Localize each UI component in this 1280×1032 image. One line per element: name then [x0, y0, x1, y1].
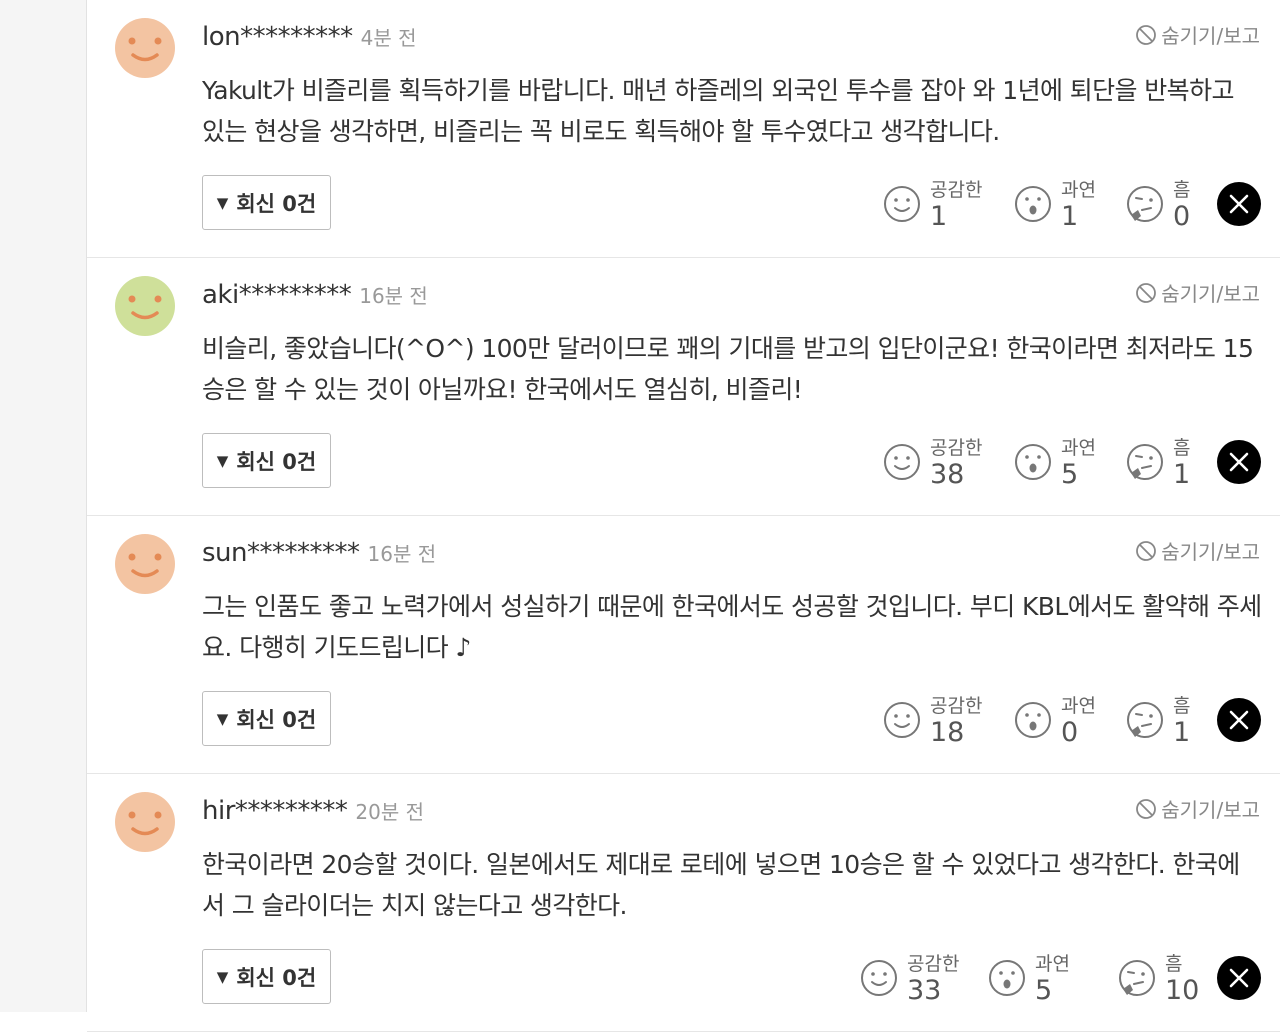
reaction-count: 1 — [1173, 459, 1191, 490]
reaction-count: 5 — [1061, 459, 1079, 490]
reaction-label: 공감한 — [930, 179, 983, 201]
x-logo-icon — [1229, 968, 1249, 988]
reaction-label: 공감한 — [930, 695, 983, 717]
reaction-count: 38 — [930, 459, 965, 490]
reaction-count: 5 — [1035, 975, 1053, 1006]
avatar-smiley-icon[interactable] — [115, 276, 175, 336]
surprised-icon — [1015, 444, 1051, 480]
comment-item: hir********* 20분 전 숨기기/보고 한국이라면 20승할 것이다… — [87, 774, 1280, 1032]
block-icon — [1136, 24, 1157, 45]
reaction-bar: 공감한 33 과연 5 흠 10 — [87, 949, 1280, 1009]
reaction-count: 18 — [930, 717, 965, 748]
comment-item: aki********* 16분 전 숨기기/보고 비슬리, 좋았습니다(^O^… — [87, 258, 1280, 516]
share-x-button[interactable] — [1217, 182, 1261, 226]
reaction-bar: 공감한 38 과연 5 흠 1 — [87, 433, 1280, 493]
comment-item: lon********* 4분 전 숨기기/보고 Yakult가 비즐리를 획득… — [87, 0, 1280, 258]
reaction-count: 33 — [907, 975, 942, 1006]
timestamp: 16분 전 — [367, 542, 437, 566]
reaction-label: 흠 — [1173, 179, 1191, 201]
surprised-icon — [1015, 186, 1051, 222]
reaction-label: 흠 — [1165, 953, 1183, 975]
timestamp: 4분 전 — [360, 26, 417, 50]
reaction-count: 1 — [1061, 201, 1079, 232]
username[interactable]: hir********* — [202, 796, 348, 826]
block-icon — [1136, 798, 1157, 819]
smile-icon — [884, 444, 920, 480]
username[interactable]: lon********* — [202, 22, 353, 52]
reaction-label: 과연 — [1061, 437, 1096, 459]
thinking-icon — [1127, 186, 1163, 222]
hide-report-link[interactable]: 숨기기/보고 — [1135, 794, 1260, 823]
comment-author: hir********* 20분 전 — [202, 796, 424, 826]
block-icon — [1136, 540, 1157, 561]
comment-item: sun********* 16분 전 숨기기/보고 그는 인품도 좋고 노력가에… — [87, 516, 1280, 774]
reaction-label: 과연 — [1061, 179, 1096, 201]
comment-body: 비슬리, 좋았습니다(^O^) 100만 달러이므로 꽤의 기대를 받고의 입단… — [202, 334, 1254, 404]
reaction-label: 과연 — [1061, 695, 1096, 717]
hide-report-label: 숨기기/보고 — [1161, 282, 1260, 306]
share-x-button[interactable] — [1217, 956, 1261, 1000]
comment-author: lon********* 4분 전 — [202, 22, 417, 52]
share-x-button[interactable] — [1217, 440, 1261, 484]
block-icon — [1136, 282, 1157, 303]
x-logo-icon — [1229, 194, 1249, 214]
comment-author: sun********* 16분 전 — [202, 538, 436, 568]
x-logo-icon — [1229, 710, 1249, 730]
username[interactable]: aki********* — [202, 280, 352, 310]
reaction-label: 흠 — [1173, 695, 1191, 717]
comment-body: 한국이라면 20승할 것이다. 일본에서도 제대로 로테에 넣으면 10승은 할… — [202, 850, 1240, 920]
share-x-button[interactable] — [1217, 698, 1261, 742]
hide-report-link[interactable]: 숨기기/보고 — [1135, 536, 1260, 565]
reaction-bar: 공감한 18 과연 0 흠 1 — [87, 691, 1280, 751]
comment-body: 그는 인품도 좋고 노력가에서 성실하기 때문에 한국에서도 성공할 것입니다.… — [202, 592, 1262, 662]
x-logo-icon — [1229, 452, 1249, 472]
hide-report-link[interactable]: 숨기기/보고 — [1135, 20, 1260, 49]
thinking-icon — [1127, 702, 1163, 738]
reaction-label: 과연 — [1035, 953, 1070, 975]
reaction-count: 10 — [1165, 975, 1200, 1006]
surprised-icon — [1015, 702, 1051, 738]
surprised-icon — [989, 960, 1025, 996]
reaction-label: 흠 — [1173, 437, 1191, 459]
left-gutter — [0, 0, 87, 1012]
hide-report-label: 숨기기/보고 — [1161, 798, 1260, 822]
smile-icon — [884, 186, 920, 222]
hide-report-label: 숨기기/보고 — [1161, 540, 1260, 564]
timestamp: 16분 전 — [359, 284, 428, 308]
avatar-smiley-icon[interactable] — [115, 18, 175, 78]
thinking-icon — [1119, 960, 1155, 996]
avatar-smiley-icon[interactable] — [115, 534, 175, 594]
hide-report-link[interactable]: 숨기기/보고 — [1135, 278, 1260, 307]
reaction-count: 1 — [930, 201, 948, 232]
comment-author: aki********* 16분 전 — [202, 280, 428, 310]
reaction-count: 0 — [1173, 201, 1191, 232]
timestamp: 20분 전 — [355, 800, 425, 824]
smile-icon — [861, 960, 897, 996]
thinking-icon — [1127, 444, 1163, 480]
reaction-label: 공감한 — [907, 953, 960, 975]
reaction-label: 공감한 — [930, 437, 983, 459]
reaction-count: 0 — [1061, 717, 1079, 748]
smile-icon — [884, 702, 920, 738]
reaction-bar: 공감한 1 과연 1 흠 0 — [87, 175, 1280, 235]
username[interactable]: sun********* — [202, 538, 360, 568]
hide-report-label: 숨기기/보고 — [1161, 24, 1260, 48]
avatar-smiley-icon[interactable] — [115, 792, 175, 852]
comment-body: Yakult가 비즐리를 획득하기를 바랍니다. 매년 하즐레의 외국인 투수를… — [202, 76, 1234, 146]
reaction-count: 1 — [1173, 717, 1191, 748]
